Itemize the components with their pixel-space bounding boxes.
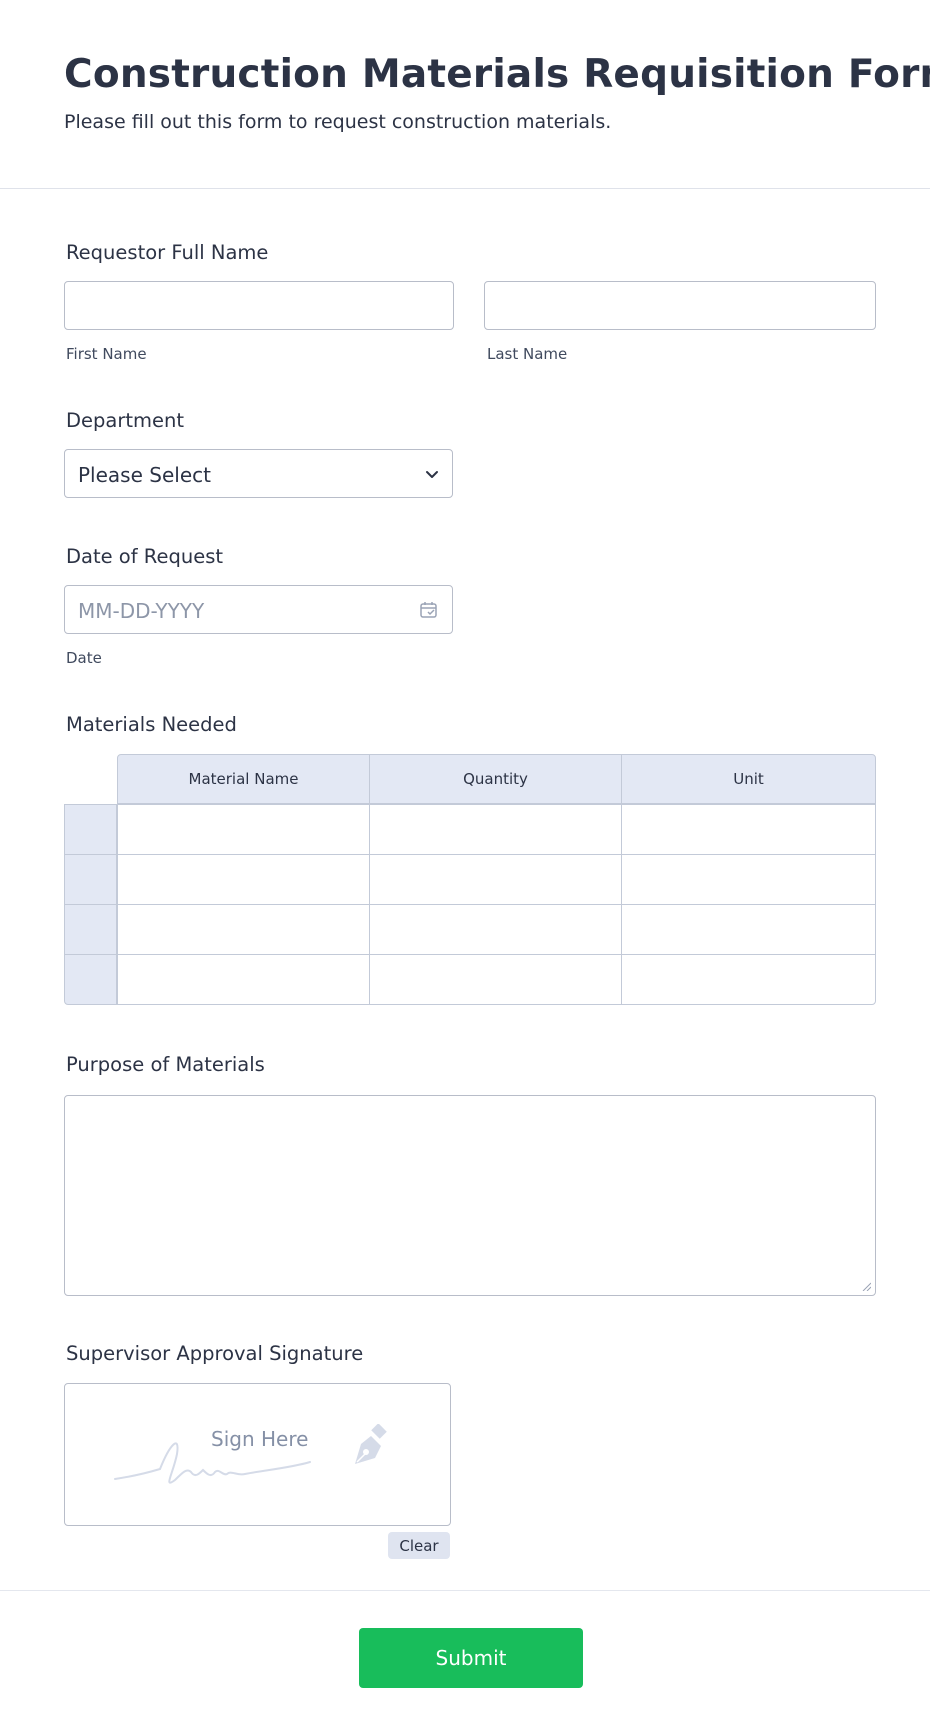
row-header (64, 904, 117, 955)
signature-pad[interactable]: Sign Here (64, 1383, 451, 1526)
chevron-down-icon (426, 471, 438, 478)
requestor-name-label: Requestor Full Name (66, 241, 269, 264)
submit-button[interactable]: Submit (359, 1628, 583, 1688)
date-label: Date of Request (66, 545, 224, 568)
last-name-input[interactable] (484, 281, 876, 330)
department-selected-value: Please Select (78, 463, 211, 487)
column-header-quantity: Quantity (369, 754, 622, 804)
table-cell[interactable] (621, 954, 876, 1005)
table-cell[interactable] (369, 954, 622, 1005)
form-subtitle: Please fill out this form to request con… (64, 111, 612, 133)
table-cell[interactable] (369, 804, 622, 855)
signature-scribble (114, 1442, 311, 1484)
table-cell[interactable] (117, 804, 370, 855)
date-input[interactable]: MM-DD-YYYY (64, 585, 453, 634)
table-cell[interactable] (621, 804, 876, 855)
table-cell[interactable] (621, 904, 876, 955)
signature-label: Supervisor Approval Signature (66, 1342, 364, 1365)
department-select[interactable]: Please Select (64, 449, 453, 498)
footer-divider (0, 1590, 930, 1591)
materials-label: Materials Needed (66, 713, 237, 736)
last-name-sublabel: Last Name (487, 345, 568, 363)
table-cell[interactable] (621, 854, 876, 905)
purpose-label: Purpose of Materials (66, 1053, 265, 1076)
row-header (64, 854, 117, 905)
resize-grip-icon[interactable] (861, 1281, 871, 1291)
form-title: Construction Materials Requisition Form (64, 52, 930, 97)
calendar-icon[interactable] (419, 600, 439, 620)
first-name-sublabel: First Name (66, 345, 147, 363)
pen-nib-icon (355, 1424, 387, 1464)
department-label: Department (66, 409, 184, 432)
table-cell[interactable] (369, 854, 622, 905)
materials-table: Material Name Quantity Unit (64, 754, 876, 1007)
row-header (64, 954, 117, 1005)
row-header (64, 804, 117, 855)
table-cell[interactable] (117, 954, 370, 1005)
first-name-input[interactable] (64, 281, 454, 330)
table-cell[interactable] (369, 904, 622, 955)
column-header-material-name: Material Name (117, 754, 370, 804)
form-header: Construction Materials Requisition Form … (0, 0, 930, 189)
column-header-unit: Unit (621, 754, 876, 804)
date-sublabel: Date (66, 649, 102, 667)
table-cell[interactable] (117, 904, 370, 955)
table-cell[interactable] (117, 854, 370, 905)
clear-signature-button[interactable]: Clear (388, 1532, 450, 1559)
date-placeholder: MM-DD-YYYY (78, 599, 205, 623)
purpose-textarea[interactable] (64, 1095, 876, 1296)
